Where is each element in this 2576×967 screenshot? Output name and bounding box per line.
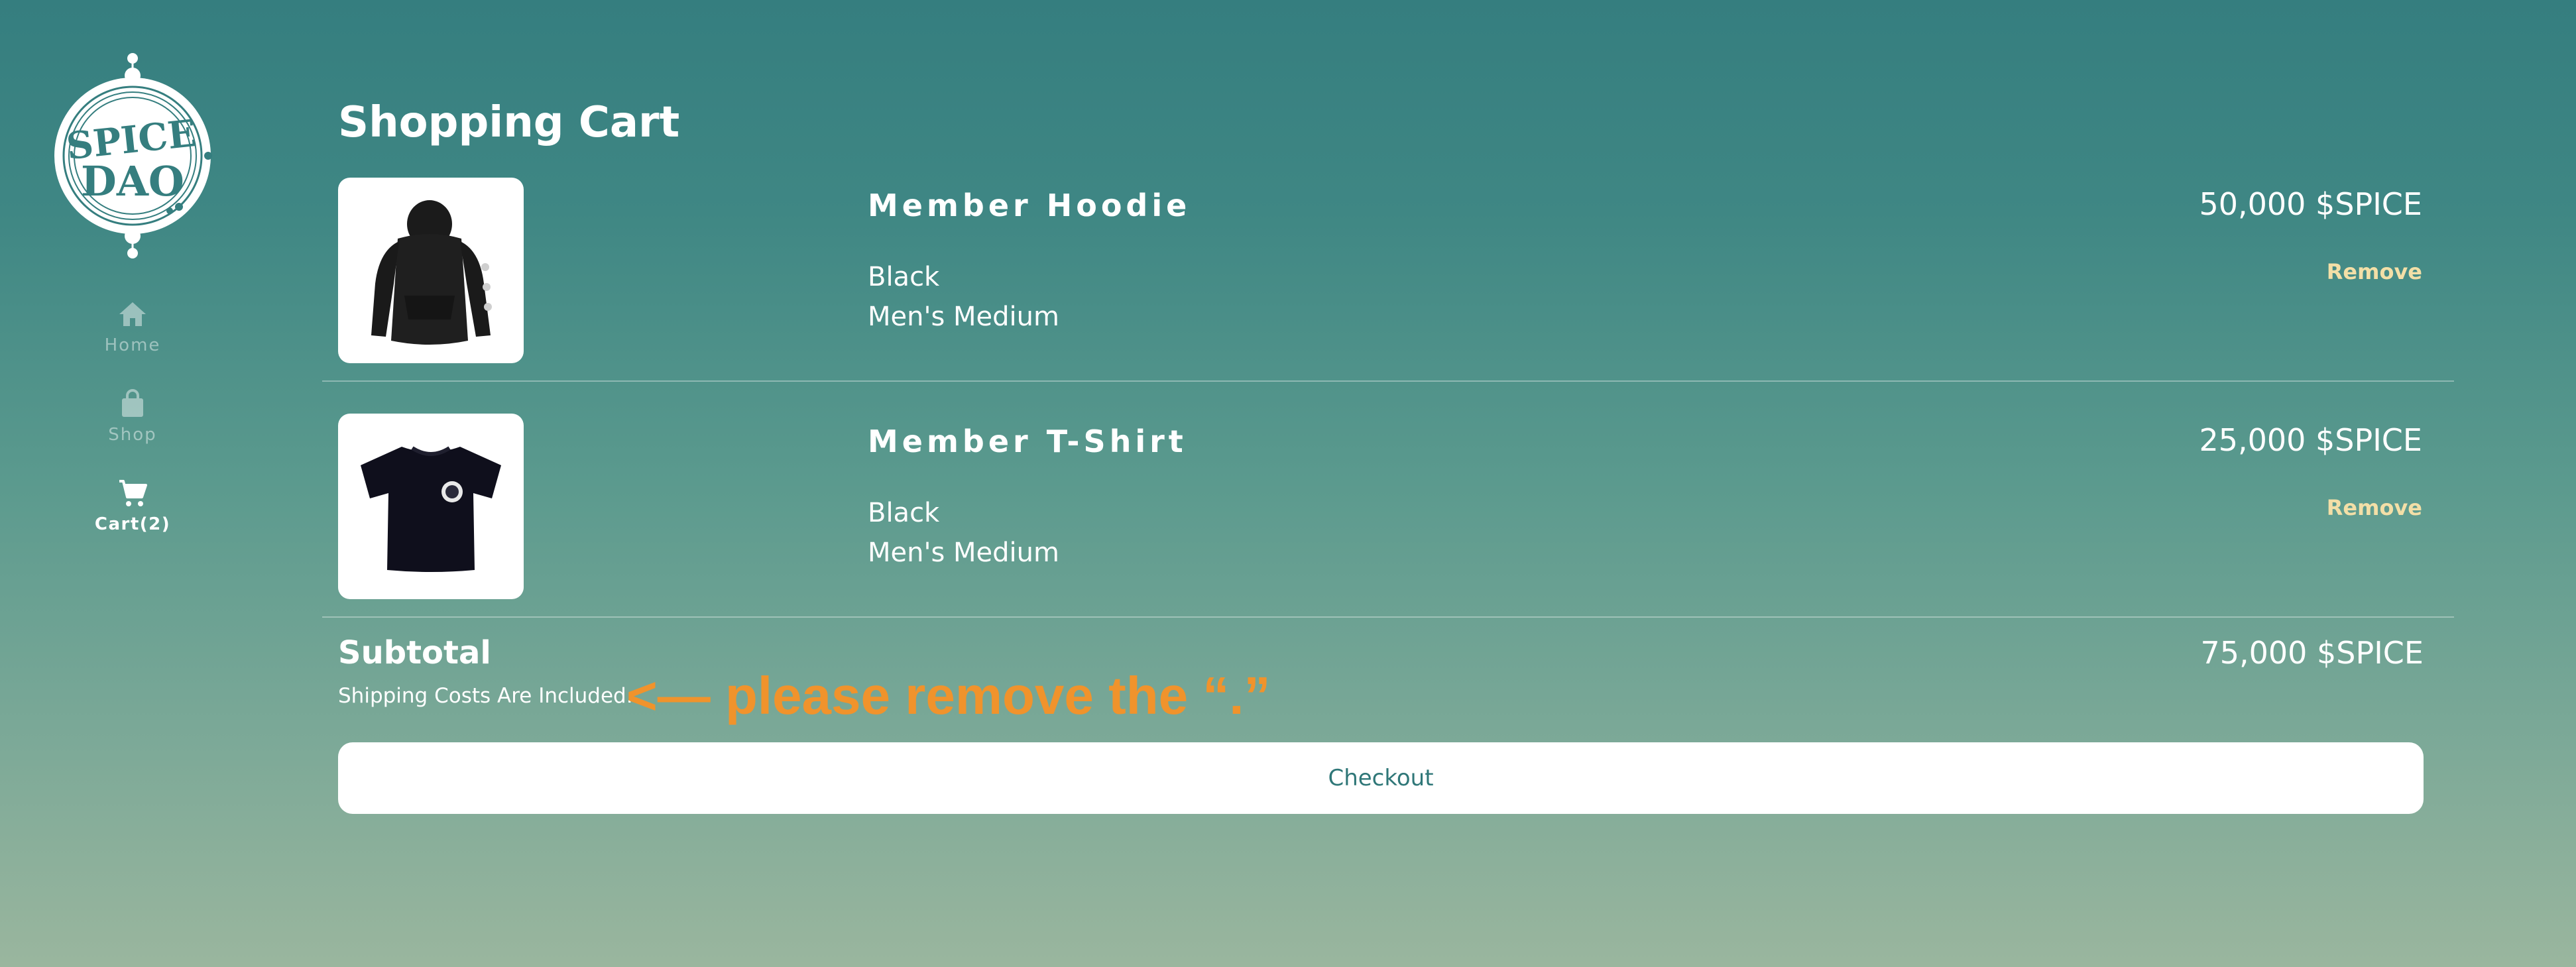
- cart-icon: [119, 480, 147, 506]
- product-image-tshirt[interactable]: [338, 414, 524, 599]
- main-content: Shopping Cart Member Hoodie Black Men's: [322, 0, 2454, 967]
- subtotal-value: 75,000 $SPICE: [2200, 635, 2424, 671]
- feedback-annotation: <— please remove the “.”: [626, 666, 1271, 725]
- nav-shop-label: Shop: [108, 425, 157, 445]
- item-name: Member Hoodie: [868, 188, 1191, 223]
- item-price: 50,000 $SPICE: [2199, 186, 2422, 222]
- item-color: Black: [868, 262, 940, 292]
- tshirt-image: [361, 446, 501, 572]
- item-color: Black: [868, 498, 940, 528]
- product-image-hoodie[interactable]: [338, 178, 524, 363]
- shipping-note: Shipping Costs Are Included.: [338, 684, 633, 708]
- subtotal-label: Subtotal: [338, 634, 491, 671]
- cart-item: Member T-Shirt Black Men's Medium 25,000…: [322, 382, 2454, 618]
- checkout-button[interactable]: Checkout: [338, 742, 2424, 814]
- remove-button[interactable]: Remove: [2327, 494, 2422, 521]
- home-icon: [119, 302, 146, 326]
- nav-shop[interactable]: Shop: [40, 388, 225, 445]
- nav-cart-label: Cart(2): [94, 514, 171, 534]
- page-title: Shopping Cart: [338, 98, 680, 147]
- nav-home[interactable]: Home: [40, 298, 225, 355]
- item-size: Men's Medium: [868, 302, 1059, 332]
- svg-text:DAO: DAO: [81, 157, 184, 205]
- item-name: Member T-Shirt: [868, 424, 1187, 459]
- spice-dao-logo[interactable]: SPICE DAO: [40, 53, 225, 258]
- nav-home-label: Home: [104, 335, 161, 355]
- shopping-bag-icon: [122, 389, 143, 417]
- item-size: Men's Medium: [868, 538, 1059, 568]
- item-price: 25,000 $SPICE: [2199, 422, 2422, 458]
- hoodie-image: [371, 200, 492, 345]
- nav-cart[interactable]: Cart(2): [40, 477, 225, 534]
- cart-item: Member Hoodie Black Men's Medium 50,000 …: [322, 146, 2454, 382]
- remove-button[interactable]: Remove: [2327, 258, 2422, 285]
